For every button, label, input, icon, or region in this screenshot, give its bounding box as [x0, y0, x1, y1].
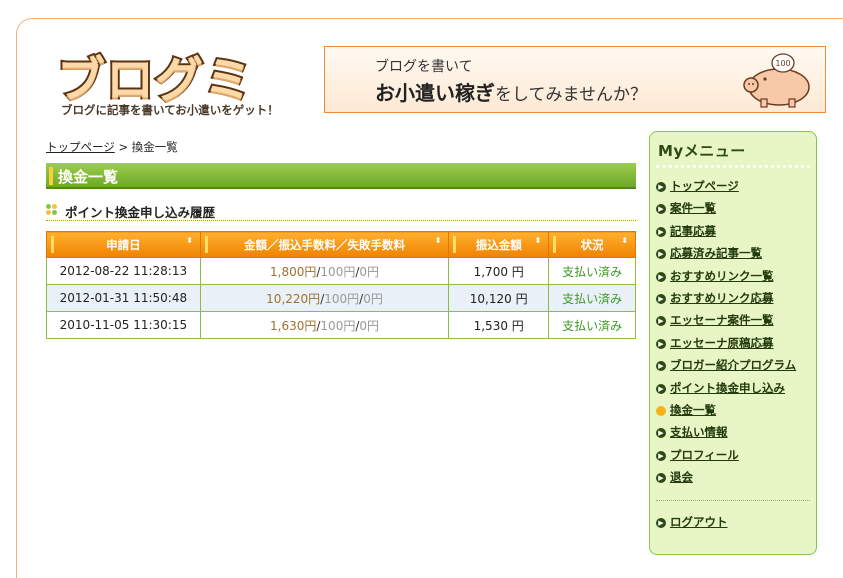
- logo-text: ブログミ: [55, 50, 254, 110]
- section-title: ポイント換金申し込み履歴: [65, 205, 216, 220]
- banner-strong-text: お小遣い稼ぎ: [375, 81, 495, 105]
- arrow-right-icon: ▶: [656, 383, 666, 394]
- page-title-bar: 換金一覧: [46, 163, 636, 189]
- menu-item-recommended-links[interactable]: ▶ おすすめリンク一覧: [656, 268, 796, 290]
- section-heading: ポイント換金申し込み履歴: [46, 201, 636, 221]
- arrow-right-icon: ▶: [656, 473, 666, 484]
- breadcrumb-home-link[interactable]: トップページ: [46, 140, 115, 154]
- arrow-right-icon: ▶: [656, 293, 666, 304]
- menu-item-recommended-apply[interactable]: ▶ おすすめリンク応募: [656, 290, 796, 312]
- sort-icon: ⬍: [186, 236, 193, 245]
- menu-title: Myメニュー: [658, 142, 746, 160]
- pig-coin-label: 100: [775, 59, 790, 68]
- cell-amount: 10,220円/100円/0円: [199, 284, 450, 312]
- arrow-right-icon: ▶: [656, 182, 666, 192]
- column-header-amount[interactable]: 金額／振込手数料／失敗手数料 ⬍: [199, 231, 450, 258]
- my-menu: Myメニュー ▶ トップページ ▶ 案件一覧 ▶ 記事応募 ▶ 応募済み記事一覧 ▶ おす…: [649, 131, 817, 555]
- sort-icon: ⬍: [534, 236, 542, 245]
- table-row: 2010-11-05 11:30:15 1,630円/100円/0円 1,530…: [46, 311, 636, 339]
- arrow-right-icon: ▶: [656, 450, 666, 461]
- breadcrumb-separator: >: [118, 140, 129, 154]
- cell-transfer: 10,120 円: [448, 284, 550, 312]
- cell-transfer: 1,530 円: [448, 311, 550, 339]
- menu-item-essena-projects[interactable]: ▶ エッセーナ案件一覧: [656, 312, 796, 334]
- cell-date: 2012-08-22 11:28:13: [46, 257, 201, 285]
- cell-amount: 1,800円/100円/0円: [199, 257, 450, 285]
- menu-item-logout[interactable]: ▶ ログアウト: [656, 514, 728, 530]
- page-title: 換金一覧: [58, 168, 119, 186]
- column-header-status[interactable]: 状況 ⬍: [548, 231, 636, 258]
- menu-item-payment-info[interactable]: ▶ 支払い情報: [656, 424, 796, 446]
- site-logo[interactable]: ブログミ ブログに記事を書いてお小遣いをゲット！: [55, 40, 292, 120]
- menu-item-referral[interactable]: ▶ ブロガー紹介プログラム: [656, 357, 796, 379]
- logo-tagline: ブログに記事を書いてお小遣いをゲット！: [61, 103, 279, 117]
- menu-item-applied-articles[interactable]: ▶ 応募済み記事一覧: [656, 245, 796, 267]
- menu-item-point-exchange[interactable]: ▶ ポイント換金申し込み: [656, 380, 796, 402]
- menu-item-essena-apply[interactable]: ▶ エッセーナ原稿応募: [656, 335, 796, 357]
- menu-item-profile[interactable]: ▶ プロフィール: [656, 447, 796, 469]
- cell-date: 2010-11-05 11:30:15: [46, 311, 201, 339]
- menu-item-top[interactable]: ▶ トップページ: [656, 178, 796, 200]
- cell-date: 2012-01-31 11:50:48: [46, 284, 201, 312]
- arrow-right-icon: ▶: [656, 204, 666, 215]
- arrow-right-icon: ▶: [656, 361, 666, 372]
- arrow-right-icon: ▶: [656, 518, 666, 528]
- sort-icon: ⬍: [434, 236, 442, 245]
- arrow-right-icon: ▶: [656, 316, 666, 327]
- exchange-history-table: 申請日 ⬍ 金額／振込手数料／失敗手数料 ⬍ 振込金額 ⬍ 状況 ⬍ 2012-08-2…: [46, 231, 636, 339]
- menu-item-projects[interactable]: ▶ 案件一覧: [656, 200, 796, 222]
- cell-status: 支払い済み: [548, 257, 636, 285]
- column-header-date[interactable]: 申請日 ⬍: [46, 231, 201, 258]
- menu-item-withdraw[interactable]: ▶ 退会: [656, 469, 796, 491]
- title-accent-mark: [49, 167, 53, 185]
- cell-status: 支払い済み: [548, 284, 636, 312]
- menu-divider: [656, 500, 810, 501]
- menu-item-article-apply[interactable]: ▶ 記事応募: [656, 223, 796, 245]
- menu-list: ▶ トップページ ▶ 案件一覧 ▶ 記事応募 ▶ 応募済み記事一覧 ▶ おすすめリンク一覧…: [656, 178, 796, 491]
- arrow-right-icon: ▶: [656, 249, 666, 260]
- arrow-right-icon: ▶: [656, 271, 666, 282]
- dots-icon: [46, 204, 58, 216]
- cell-status: 支払い済み: [548, 311, 636, 339]
- table-row: 2012-08-22 11:28:13 1,800円/100円/0円 1,700…: [46, 257, 636, 285]
- banner-line2: お小遣い稼ぎをしてみませんか？: [375, 77, 647, 106]
- table-row: 2012-01-31 11:50:48 10,220円/100円/0円 10,1…: [46, 284, 636, 312]
- arrow-right-icon: ▶: [656, 226, 666, 237]
- breadcrumb: トップページ > 換金一覧: [46, 139, 178, 155]
- promo-banner[interactable]: ブログを書いて お小遣い稼ぎをしてみませんか？ 100: [324, 46, 826, 113]
- current-dot-icon: [656, 405, 666, 416]
- arrow-right-icon: ▶: [656, 338, 666, 349]
- cell-amount: 1,630円/100円/0円: [199, 311, 450, 339]
- menu-title-divider: [656, 165, 810, 168]
- banner-rest-text: をしてみませんか？: [495, 85, 647, 105]
- menu-item-exchange-list[interactable]: 換金一覧: [656, 402, 796, 424]
- sort-icon: ⬍: [621, 236, 628, 245]
- piggy-bank-icon: 100: [743, 53, 810, 108]
- breadcrumb-current: 換金一覧: [131, 140, 178, 154]
- arrow-right-icon: ▶: [656, 428, 666, 439]
- column-header-transfer[interactable]: 振込金額 ⬍: [448, 231, 550, 258]
- cell-transfer: 1,700 円: [448, 257, 550, 285]
- banner-line1: ブログを書いて: [375, 59, 473, 75]
